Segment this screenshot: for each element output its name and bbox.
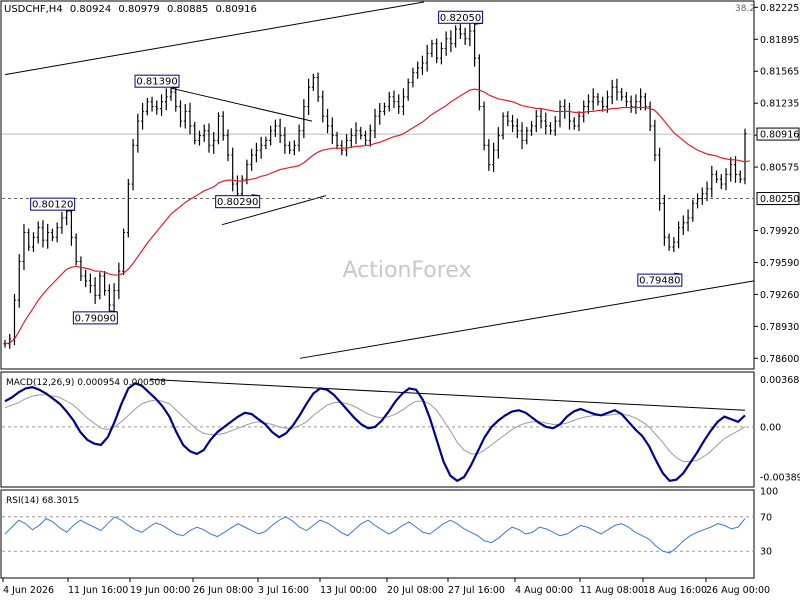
macd-y-tick-label: -0.00389 [760,472,800,483]
x-tick-label: 3 Jul 16:00 [258,585,309,596]
chart-canvas: USDCHF,H4 0.80924 0.80979 0.80885 0.8091… [0,0,800,600]
price-y-tick-label: 0.79920 [760,226,799,237]
price-annotation-label: 0.82050 [440,13,481,24]
x-tick-label: 26 Aug 00:00 [706,585,770,596]
price-y-tick-label: 0.81235 [760,99,799,110]
price-y-tick-label: 0.79590 [760,258,799,269]
rsi-y-tick-label: 100 [760,487,778,498]
macd-y-tick-label: 0.00368 [760,375,799,386]
level-label: 0.80250 [760,194,799,205]
close-value: 0.80916 [216,4,257,15]
price-y-tick-label: 0.80575 [760,163,799,174]
price-annotation: 0.79480 [637,272,683,287]
x-tick-label: 26 Jun 08:00 [193,585,253,596]
price-y-tick-label: 0.81565 [760,67,799,78]
price-annotation: 0.82050 [438,10,484,25]
rsi-y-tick-label: 70 [760,512,772,523]
price-y-tick-label: 0.78930 [760,322,799,333]
rsi-title: RSI(14) 68.3015 [6,496,79,506]
price-annotation-label: 0.79480 [639,276,680,287]
macd-title: MACD(12,26,9) 0.000954 0.000508 [6,378,166,388]
price-annotation-label: 0.79090 [75,313,116,324]
x-tick-label: 11 Aug 08:00 [580,585,644,596]
price-y-tick-label: 0.81895 [760,35,799,46]
low-value: 0.80885 [167,4,208,15]
macd-y-tick-label: 0.00 [760,422,781,433]
high-value: 0.80979 [118,4,159,15]
x-tick-label: 18 Aug 16:00 [643,585,707,596]
symbol-label: USDCHF,H4 [4,4,63,15]
price-annotation-label: 0.80120 [32,200,73,211]
price-y-tick-label: 0.82225 [760,3,799,14]
fib-label: 38.2 [735,4,755,14]
x-tick-label: 4 Jun 2026 [3,585,54,596]
x-tick-label: 19 Jun 00:00 [130,585,190,596]
x-tick-label: 13 Jul 00:00 [320,585,377,596]
price-annotation: 0.80290 [215,194,261,209]
price-annotation-label: 0.80290 [217,197,258,208]
price-annotation: 0.79090 [72,310,118,325]
chart-root: USDCHF,H4 0.80924 0.80979 0.80885 0.8091… [0,0,800,600]
x-tick-label: 4 Aug 00:00 [515,585,573,596]
rsi-y-tick-label: 30 [760,547,772,558]
price-annotation-label: 0.81390 [136,77,177,88]
x-tick-label: 20 Jul 08:00 [387,585,444,596]
price-annotation: 0.80120 [30,197,76,212]
x-tick-label: 11 Jun 16:00 [68,585,128,596]
price-y-tick-label: 0.78600 [760,354,799,365]
price-y-tick-label: 0.79260 [760,290,799,301]
x-tick-label: 27 Jul 16:00 [448,585,505,596]
chart-header: USDCHF,H4 0.80924 0.80979 0.80885 0.8091… [4,4,257,15]
watermark: ActionForex [343,258,472,283]
background [0,0,800,600]
open-value: 0.80924 [70,4,111,15]
current-price-label: 0.80916 [760,130,799,141]
price-annotation: 0.81390 [134,74,180,89]
